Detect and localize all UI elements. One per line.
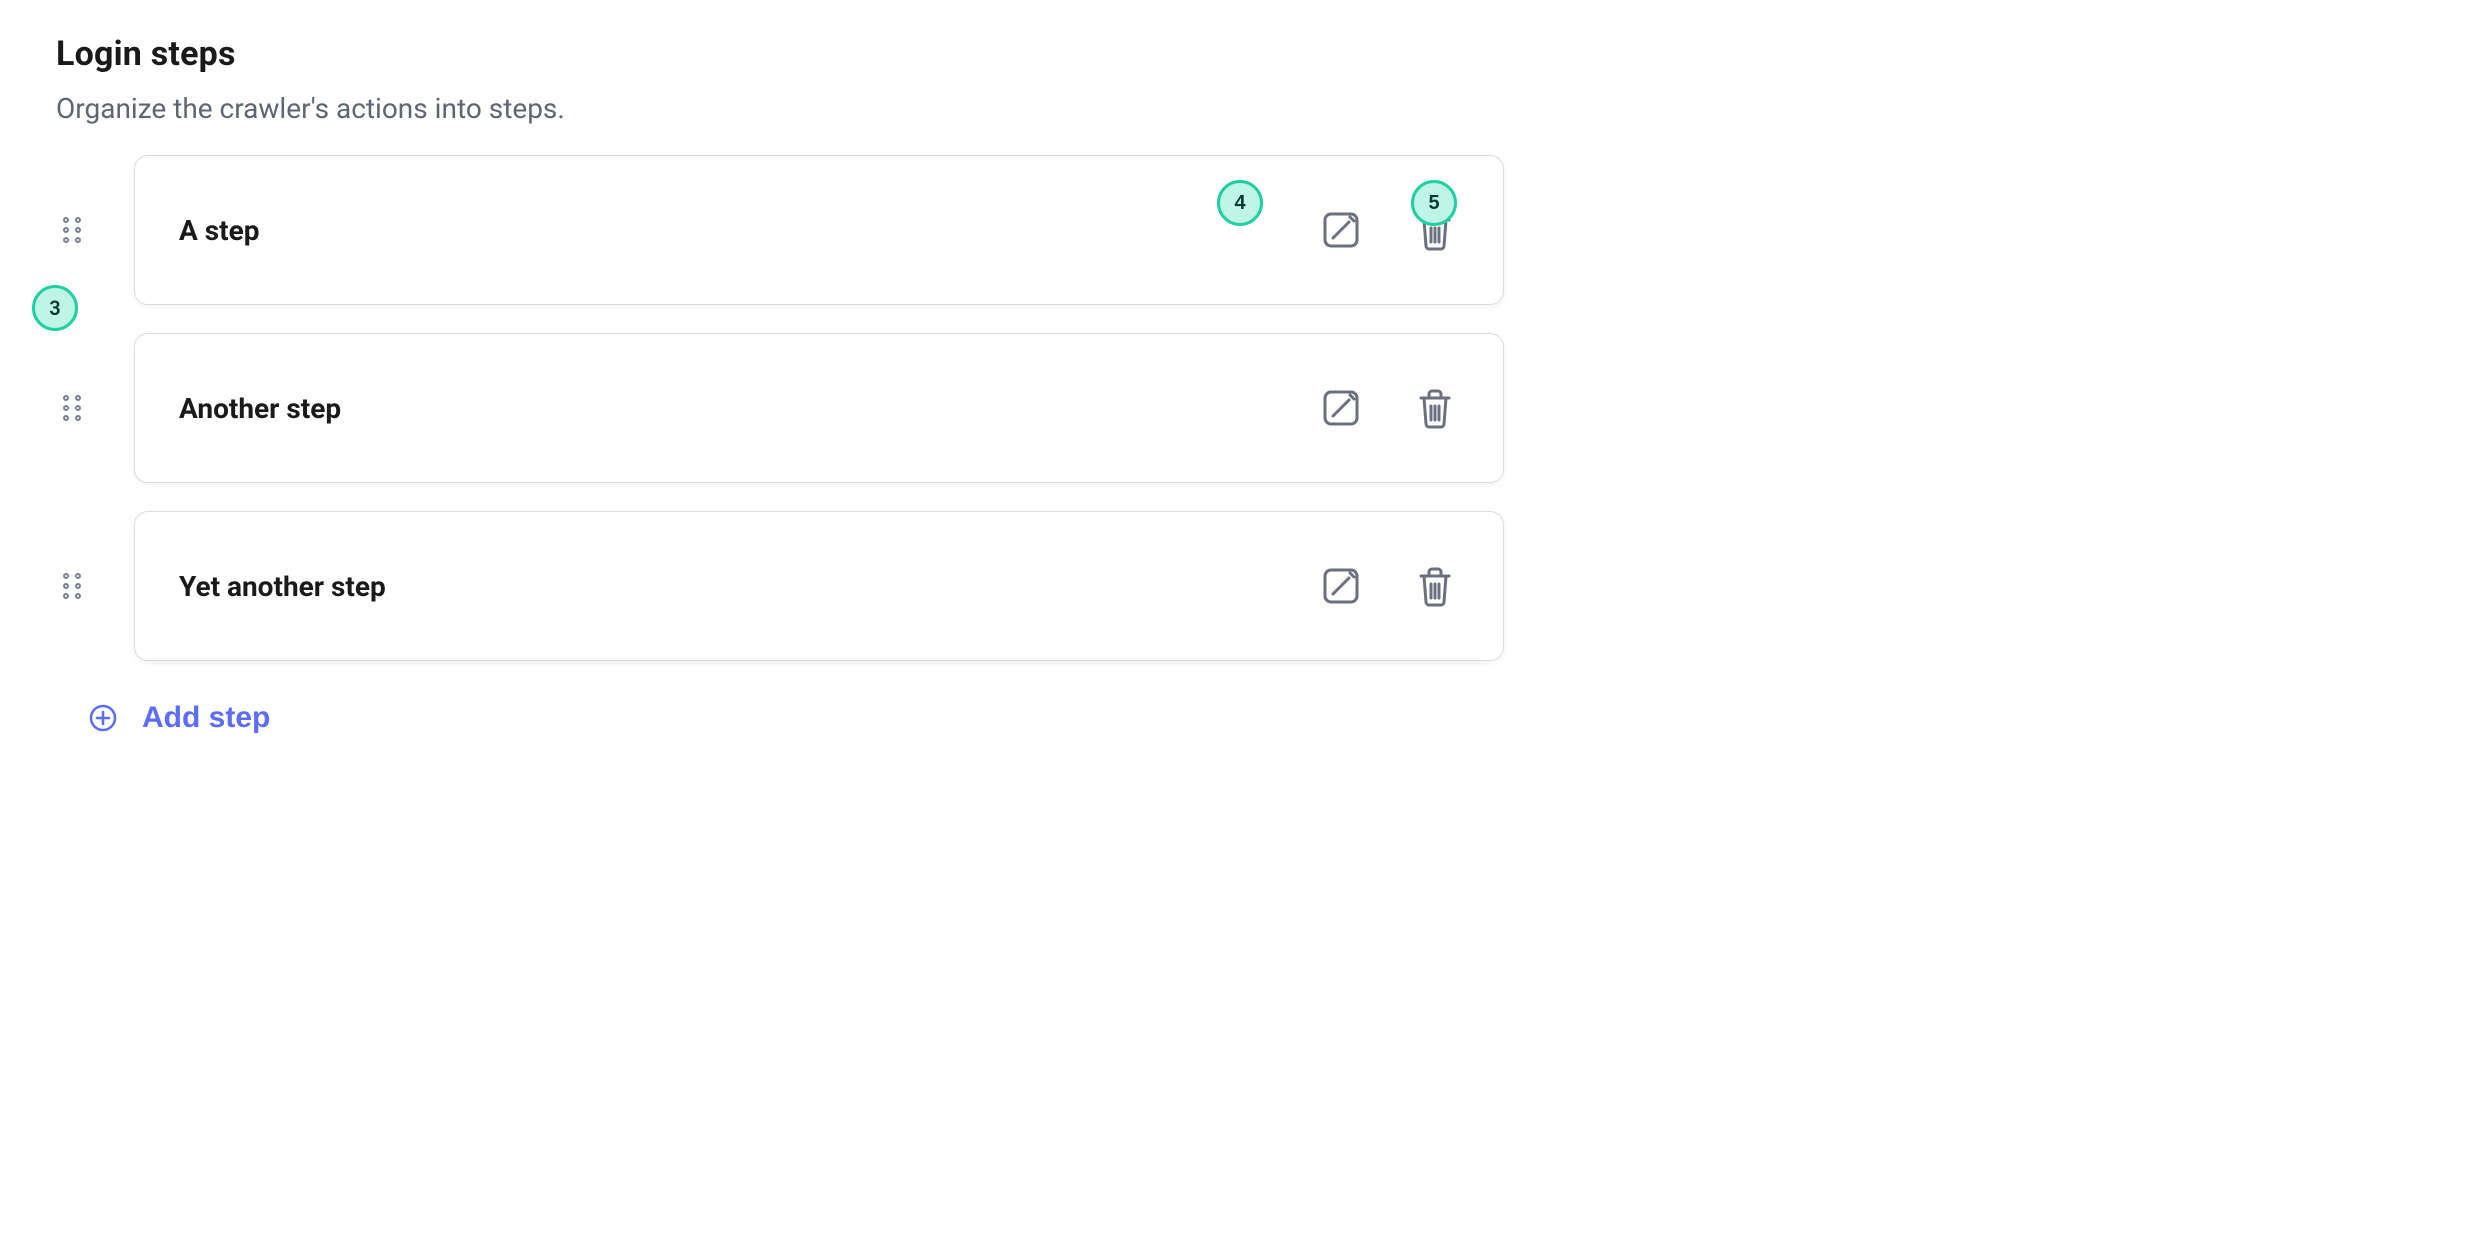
steps-list: 3 A step 4 <box>56 155 1504 661</box>
drag-handle[interactable]: 3 <box>56 175 88 285</box>
step-card[interactable]: Another step <box>134 333 1504 483</box>
step-actions: 4 5 <box>1315 204 1459 256</box>
edit-step-button[interactable] <box>1315 560 1367 612</box>
step-card[interactable]: A step 4 <box>134 155 1504 305</box>
drag-dots-icon <box>61 571 83 601</box>
step-label: Yet another step <box>179 570 386 603</box>
step-row: Another step <box>56 333 1504 483</box>
drag-dots-icon <box>61 393 83 423</box>
step-row: 3 A step 4 <box>56 155 1504 305</box>
step-label: Another step <box>179 392 341 425</box>
add-step-label: Add step <box>142 701 270 735</box>
callout-marker-drag: 3 <box>32 285 78 331</box>
delete-step-button[interactable] <box>1411 382 1459 434</box>
step-label: A step <box>179 214 260 247</box>
callout-marker-edit: 4 <box>1217 180 1263 226</box>
edit-icon <box>1319 564 1363 608</box>
delete-step-button[interactable] <box>1411 560 1459 612</box>
edit-step-button[interactable] <box>1315 382 1367 434</box>
step-actions <box>1315 382 1459 434</box>
step-card[interactable]: Yet another step <box>134 511 1504 661</box>
trash-icon <box>1415 564 1455 608</box>
add-step-button[interactable]: Add step <box>86 695 272 741</box>
edit-step-button[interactable]: 4 <box>1315 204 1367 256</box>
callout-marker-delete: 5 <box>1411 180 1457 226</box>
drag-handle[interactable] <box>56 531 88 641</box>
edit-icon <box>1319 386 1363 430</box>
step-actions <box>1315 560 1459 612</box>
section-subtitle: Organize the crawler's actions into step… <box>56 92 1504 125</box>
login-steps-panel: Login steps Organize the crawler's actio… <box>0 0 1560 781</box>
delete-step-button[interactable]: 5 <box>1411 204 1459 256</box>
plus-circle-icon <box>88 703 118 733</box>
drag-handle[interactable] <box>56 353 88 463</box>
edit-icon <box>1319 208 1363 252</box>
section-title: Login steps <box>56 34 1504 74</box>
trash-icon <box>1415 386 1455 430</box>
drag-dots-icon <box>61 215 83 245</box>
step-row: Yet another step <box>56 511 1504 661</box>
